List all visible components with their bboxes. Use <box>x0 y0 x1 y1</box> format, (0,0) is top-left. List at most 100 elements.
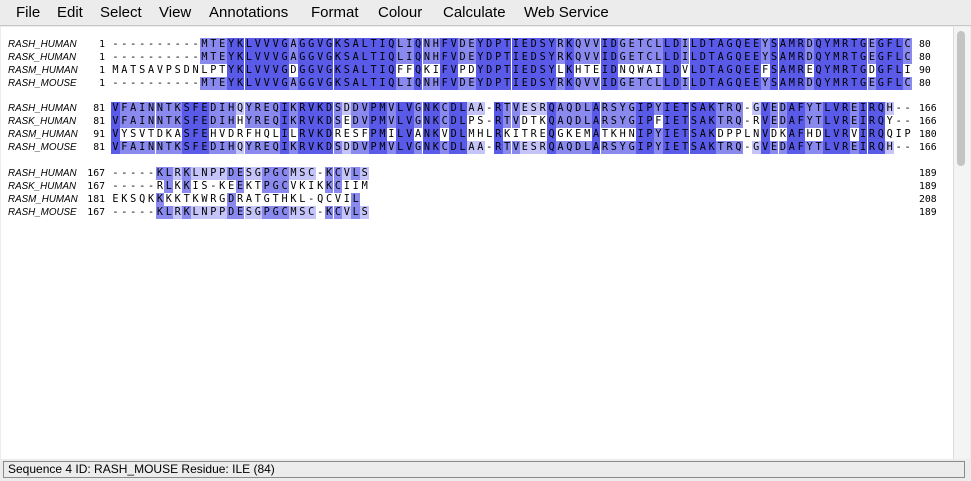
residue[interactable]: E <box>262 102 272 115</box>
sequence-row[interactable]: RASH_MOUSE 1- - - - - - - - - - M T E Y K L V V V G A G G V G K S A L… <box>1 77 953 90</box>
sequence-row[interactable]: RASK_HUMAN 81 V F A I N N T K S F E D I H H Y R E Q I K R V K D S E D… <box>1 115 953 128</box>
residue[interactable]: D <box>520 115 529 128</box>
residue[interactable]: C <box>333 167 343 180</box>
residue[interactable]: E <box>592 64 601 77</box>
residue[interactable]: P <box>645 128 654 141</box>
residue[interactable]: K <box>164 128 173 141</box>
residue[interactable]: S <box>360 206 370 219</box>
residue[interactable]: K <box>431 128 441 141</box>
residue[interactable]: K <box>333 51 343 64</box>
residue[interactable]: K <box>289 193 298 206</box>
residue[interactable]: N <box>200 206 209 219</box>
residue[interactable]: I <box>662 115 672 128</box>
residue[interactable]: T <box>707 38 717 51</box>
residue[interactable]: - <box>111 51 120 64</box>
residue[interactable]: N <box>422 51 432 64</box>
residue[interactable]: D <box>573 141 583 154</box>
residue[interactable]: V <box>440 128 449 141</box>
residue[interactable]: M <box>200 38 209 51</box>
residue[interactable]: C <box>333 206 343 219</box>
residue[interactable]: T <box>164 141 174 154</box>
residue[interactable]: - <box>182 38 191 51</box>
residue[interactable]: A <box>556 141 565 154</box>
residue[interactable]: - <box>191 38 200 51</box>
residue[interactable]: K <box>707 141 717 154</box>
residue[interactable]: Q <box>138 193 147 206</box>
residue[interactable]: T <box>529 115 538 128</box>
residue[interactable]: G <box>725 38 734 51</box>
residue[interactable]: K <box>164 193 173 206</box>
residue[interactable]: A <box>128 115 138 128</box>
residue[interactable]: I <box>636 128 645 141</box>
residue[interactable]: S <box>342 77 352 90</box>
residue[interactable]: S <box>769 38 779 51</box>
residue[interactable]: K <box>564 38 574 51</box>
residue[interactable]: - <box>182 51 191 64</box>
residue[interactable]: E <box>217 51 227 64</box>
residue[interactable]: G <box>858 51 868 64</box>
residue[interactable]: L <box>485 128 494 141</box>
residue[interactable]: - <box>156 38 165 51</box>
residue[interactable]: V <box>262 38 272 51</box>
residue[interactable]: L <box>823 102 832 115</box>
residue[interactable]: I <box>511 64 521 77</box>
residue[interactable]: V <box>360 102 370 115</box>
residue[interactable]: N <box>422 115 432 128</box>
residue[interactable]: I <box>858 141 868 154</box>
residue[interactable]: K <box>564 77 574 90</box>
residue[interactable]: E <box>671 141 681 154</box>
residue[interactable]: L <box>351 206 361 219</box>
residue[interactable]: E <box>742 64 752 77</box>
residue[interactable]: S <box>333 141 343 154</box>
residue[interactable]: Q <box>386 77 396 90</box>
residue[interactable]: K <box>315 128 325 141</box>
residue[interactable]: W <box>636 64 645 77</box>
residue[interactable]: D <box>805 77 815 90</box>
residue[interactable]: K <box>289 115 298 128</box>
residue[interactable]: F <box>885 51 895 64</box>
menu-format[interactable]: Format <box>311 4 359 21</box>
residue[interactable]: D <box>868 64 877 77</box>
sequence-id[interactable]: RASH_MOUSE <box>8 77 78 90</box>
residue[interactable]: L <box>351 167 361 180</box>
residue[interactable]: A <box>716 51 726 64</box>
residue[interactable]: I <box>217 102 227 115</box>
residue[interactable]: - <box>209 180 218 193</box>
residue[interactable]: T <box>502 102 512 115</box>
residue[interactable]: G <box>858 77 868 90</box>
residue[interactable]: D <box>778 102 788 115</box>
residue[interactable]: - <box>156 77 165 90</box>
residue[interactable]: P <box>903 128 912 141</box>
residue[interactable]: L <box>395 102 405 115</box>
residue[interactable]: L <box>823 115 832 128</box>
residue[interactable]: I <box>662 141 672 154</box>
residue[interactable]: M <box>360 180 369 193</box>
residue[interactable]: S <box>244 167 254 180</box>
residue[interactable]: E <box>467 77 476 90</box>
residue[interactable]: V <box>582 51 592 64</box>
residue[interactable]: T <box>253 193 262 206</box>
residue[interactable]: I <box>654 64 663 77</box>
residue[interactable]: E <box>671 115 681 128</box>
residue[interactable]: A <box>173 128 182 141</box>
sequence-id[interactable]: RASM_HUMAN <box>8 128 78 141</box>
residue[interactable]: V <box>253 38 263 51</box>
residue[interactable]: P <box>458 64 467 77</box>
residue[interactable]: N <box>191 64 200 77</box>
residue[interactable]: H <box>209 128 218 141</box>
residue[interactable]: G <box>618 77 628 90</box>
residue[interactable]: L <box>556 64 565 77</box>
residue[interactable]: T <box>208 77 218 90</box>
residue[interactable]: I <box>600 77 610 90</box>
residue[interactable]: K <box>235 51 245 64</box>
residue[interactable]: Q <box>734 115 743 128</box>
residue[interactable]: E <box>342 128 351 141</box>
menu-colour[interactable]: Colour <box>378 4 422 21</box>
residue[interactable]: C <box>306 167 316 180</box>
residue[interactable]: K <box>564 51 574 64</box>
residue[interactable]: H <box>476 128 485 141</box>
residue[interactable]: I <box>404 77 414 90</box>
residue[interactable]: G <box>280 77 289 90</box>
residue[interactable]: E <box>342 115 351 128</box>
sequence-row[interactable]: RASK_HUMAN 167- - - - - R L K K I S - K E E K T P G C V K I K K C I… <box>1 180 953 193</box>
